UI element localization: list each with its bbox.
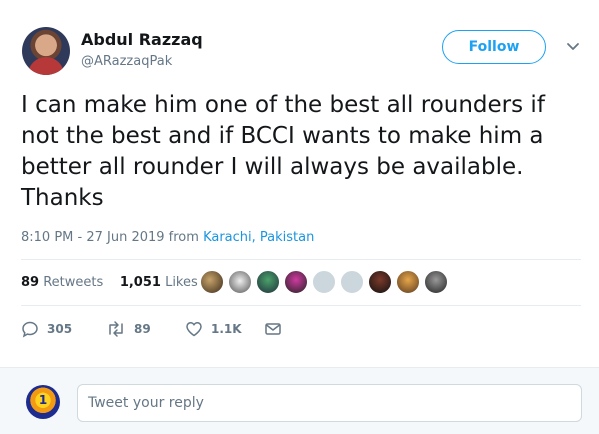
likes-label[interactable]: Likes — [165, 275, 198, 290]
retweet-count: 89 — [134, 322, 151, 336]
liker-avatar[interactable] — [228, 270, 252, 294]
tweet-location-link[interactable]: Karachi, Pakistan — [203, 230, 314, 245]
liker-avatar[interactable] — [368, 270, 392, 294]
retweets-count[interactable]: 89 — [21, 275, 39, 290]
divider — [21, 305, 581, 306]
liker-avatar[interactable] — [200, 270, 224, 294]
liker-avatar[interactable] — [340, 270, 364, 294]
chevron-down-icon[interactable] — [566, 42, 580, 52]
envelope-icon — [265, 323, 281, 335]
like-action[interactable]: 1.1K — [185, 320, 242, 338]
retweets-label[interactable]: Retweets — [43, 275, 103, 290]
avatar-badge-number: 1 — [38, 393, 48, 407]
tweet-stats: 89 Retweets 1,051 Likes — [21, 275, 198, 290]
avatar-shirt-shape — [28, 57, 64, 75]
dm-action[interactable] — [264, 320, 282, 338]
follow-button[interactable]: Follow — [442, 30, 546, 64]
tweet-timestamp[interactable]: 8:10 PM - 27 Jun 2019 from — [21, 230, 203, 245]
liker-avatar[interactable] — [424, 270, 448, 294]
likes-count[interactable]: 1,051 — [120, 275, 161, 290]
author-name[interactable]: Abdul Razzaq — [81, 30, 203, 49]
retweet-action[interactable]: 89 — [106, 320, 151, 338]
retweet-icon — [109, 321, 123, 337]
liker-avatar[interactable] — [396, 270, 420, 294]
reply-count: 305 — [47, 322, 73, 336]
like-count: 1.1K — [211, 322, 242, 336]
reply-action[interactable]: 305 — [21, 320, 72, 338]
tweet-text: I can make him one of the best all round… — [21, 92, 545, 211]
tweet-meta: 8:10 PM - 27 Jun 2019 from Karachi, Paki… — [21, 230, 314, 245]
reply-input[interactable]: Tweet your reply — [77, 384, 582, 422]
liker-avatar[interactable] — [284, 270, 308, 294]
divider — [21, 259, 581, 260]
reply-area: 1 Tweet your reply — [0, 367, 599, 434]
reply-icon — [22, 321, 38, 338]
liker-avatar[interactable] — [312, 270, 336, 294]
liker-avatar[interactable] — [256, 270, 280, 294]
tweet-card: Abdul Razzaq @ARazzaqPak Follow I can ma… — [0, 0, 599, 367]
heart-icon — [186, 322, 202, 337]
author-avatar[interactable] — [22, 27, 70, 75]
current-user-avatar[interactable]: 1 — [26, 385, 60, 419]
author-handle[interactable]: @ARazzaqPak — [81, 54, 172, 69]
